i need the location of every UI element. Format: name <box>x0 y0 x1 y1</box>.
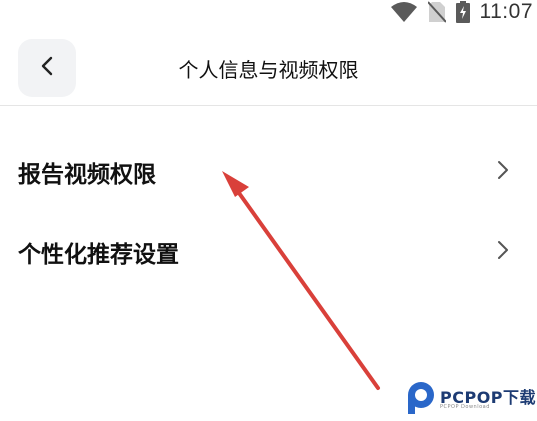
pcpop-logo-icon <box>408 382 434 414</box>
watermark-subtitle: PCPOP Download <box>440 404 490 410</box>
annotation-arrow <box>222 171 380 390</box>
watermark: PCPOP下载 PCPOP Download <box>404 378 537 418</box>
